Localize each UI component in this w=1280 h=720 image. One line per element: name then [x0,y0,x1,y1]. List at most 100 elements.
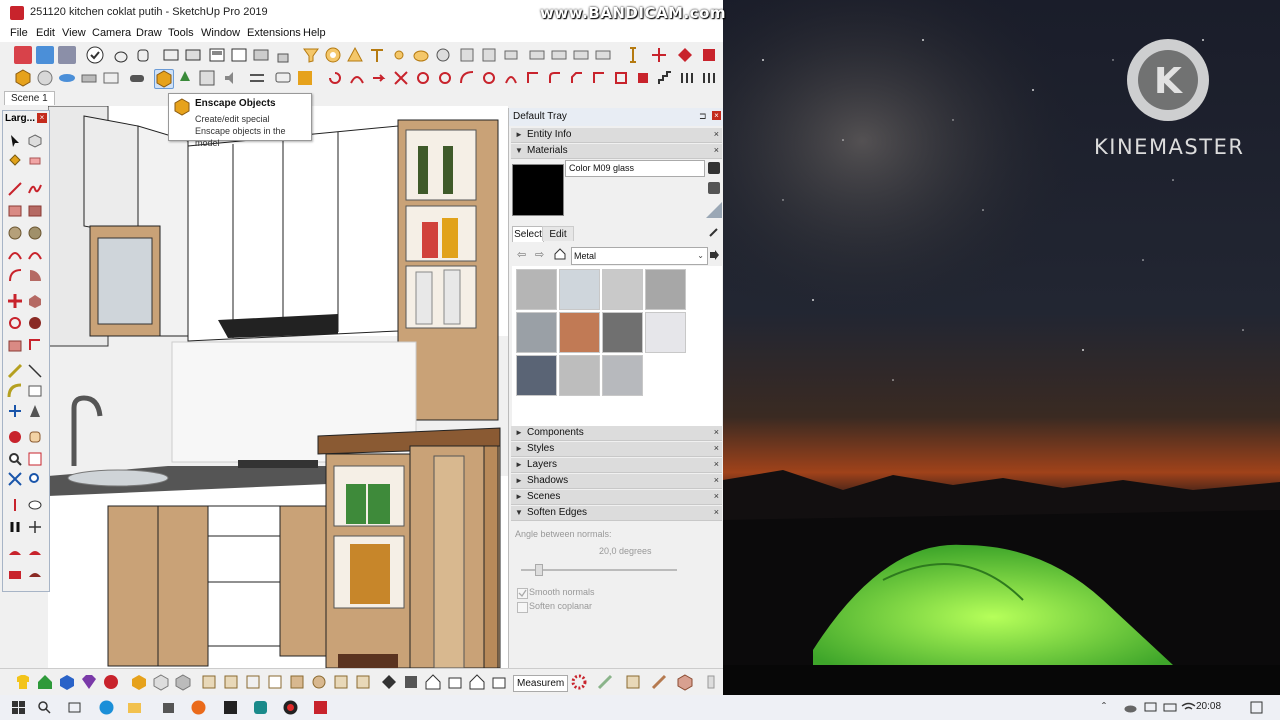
panel-entity-info[interactable]: ► Entity Info × [511,128,722,143]
enscape-settings-icon[interactable] [198,69,216,87]
select-icon[interactable] [7,133,23,149]
enscape-sync-icon[interactable] [36,69,54,87]
scene-tab-1[interactable]: Scene 1 [4,91,55,105]
spiral-icon[interactable] [502,69,520,87]
record-icon[interactable] [282,699,299,716]
speaker-icon[interactable] [222,69,240,87]
zoom-icon[interactable] [7,451,23,467]
menu-extensions[interactable]: Extensions [247,27,301,39]
zoom-window-icon[interactable] [27,451,43,467]
look-around-icon[interactable] [27,497,43,513]
tray-pin-icon[interactable]: ⊐ [699,111,707,122]
zoom-extents-icon[interactable] [7,471,23,487]
textured-icon[interactable] [310,673,328,691]
whatsapp-icon[interactable] [252,699,269,716]
material-swatch[interactable] [516,355,557,396]
triangle-icon[interactable] [346,46,364,64]
fillet-icon[interactable] [546,69,564,87]
eraser-icon[interactable] [27,153,43,169]
window-layout-icon[interactable] [230,46,248,64]
rectangle-icon[interactable] [7,203,23,219]
offset-icon[interactable] [590,69,608,87]
arrow-right-icon[interactable] [370,69,388,87]
protractor-icon[interactable] [7,383,23,399]
stairs-icon[interactable] [656,69,674,87]
pin-icon[interactable] [368,46,386,64]
enscape-view-icon[interactable] [58,69,76,87]
battery-icon[interactable] [1162,699,1179,716]
follow-me-tool-icon[interactable] [27,315,43,331]
cube-blue-icon[interactable] [58,673,76,691]
curve-icon[interactable] [348,69,366,87]
stamp-icon[interactable] [27,567,43,583]
front-view-icon[interactable] [174,673,192,691]
menu-tools[interactable]: Tools [168,27,194,39]
store-icon[interactable] [160,699,177,716]
panel-styles[interactable]: ► Styles × [511,442,722,457]
panel-close-icon[interactable]: × [714,475,719,485]
walk-icon[interactable] [7,519,23,535]
three-point-arc-icon[interactable] [7,267,23,283]
network-icon[interactable] [1142,699,1159,716]
eyedropper-icon[interactable] [708,226,720,238]
two-point-arc-icon[interactable] [27,247,43,263]
shirt-yellow-icon[interactable] [14,673,32,691]
panel-scenes[interactable]: ► Scenes × [511,490,722,505]
menu-file[interactable]: File [10,27,28,39]
monochrome-icon[interactable] [332,673,350,691]
sandbox-scratch-icon[interactable] [27,545,43,561]
print-icon[interactable] [502,46,520,64]
move-icon[interactable] [7,293,23,309]
menu-help[interactable]: Help [303,27,326,39]
smoove-icon[interactable] [7,567,23,583]
panel-layers[interactable]: ► Layers × [511,458,722,473]
lock-icon[interactable] [274,46,292,64]
top-view-icon[interactable] [152,673,170,691]
layout-icon[interactable] [208,46,226,64]
paint-bucket-icon[interactable] [7,153,23,169]
pencil-icon[interactable] [596,673,614,691]
material-swatch[interactable] [602,355,643,396]
panel-close-icon[interactable]: × [714,129,719,139]
shape-icon[interactable] [480,69,498,87]
enscape-tree-icon[interactable] [176,69,194,87]
tape-measure-icon[interactable] [7,363,23,379]
shaded-icon[interactable] [288,673,306,691]
scissors-icon[interactable] [392,69,410,87]
smooth-normals-checkbox[interactable] [517,588,528,599]
material-swatch[interactable] [516,312,557,353]
wifi-icon[interactable] [1180,699,1197,716]
material-swatch[interactable] [559,269,600,310]
slider-handle[interactable] [535,564,543,576]
hand-icon[interactable] [134,46,152,64]
xray-icon[interactable] [200,673,218,691]
menu-draw[interactable]: Draw [136,27,162,39]
material-name-field[interactable]: Color M09 glass [565,160,705,177]
panel-close-icon[interactable]: × [714,459,719,469]
warehouse-share-icon[interactable] [402,673,420,691]
details-arrow-icon[interactable] [708,249,720,261]
grid-icon[interactable] [634,69,652,87]
enscape-objects-icon[interactable] [154,69,174,89]
group-icon[interactable] [550,46,568,64]
refresh-red-icon[interactable] [102,673,120,691]
hidden-line-icon[interactable] [266,673,284,691]
current-material-swatch[interactable] [512,164,564,216]
forward-arrow-icon[interactable]: ⇨ [535,249,547,261]
cloud-icon[interactable] [1122,699,1139,716]
bulb-icon[interactable] [412,46,430,64]
back-edges-icon[interactable] [222,673,240,691]
component-icon[interactable] [528,46,546,64]
material-swatch[interactable] [559,355,600,396]
teapot-icon[interactable] [112,46,130,64]
home-model-icon[interactable] [424,673,442,691]
bend-icon[interactable] [458,69,476,87]
square-icon[interactable] [612,69,630,87]
ext-warehouse-icon[interactable] [446,673,464,691]
ruby-icon[interactable] [14,46,32,64]
target-icon[interactable] [324,46,342,64]
panel-soften-edges[interactable]: ▼ Soften Edges × [511,506,722,521]
soften-angle-slider[interactable] [521,569,677,571]
tools-icon[interactable] [650,673,668,691]
section-plane-icon[interactable] [162,46,180,64]
